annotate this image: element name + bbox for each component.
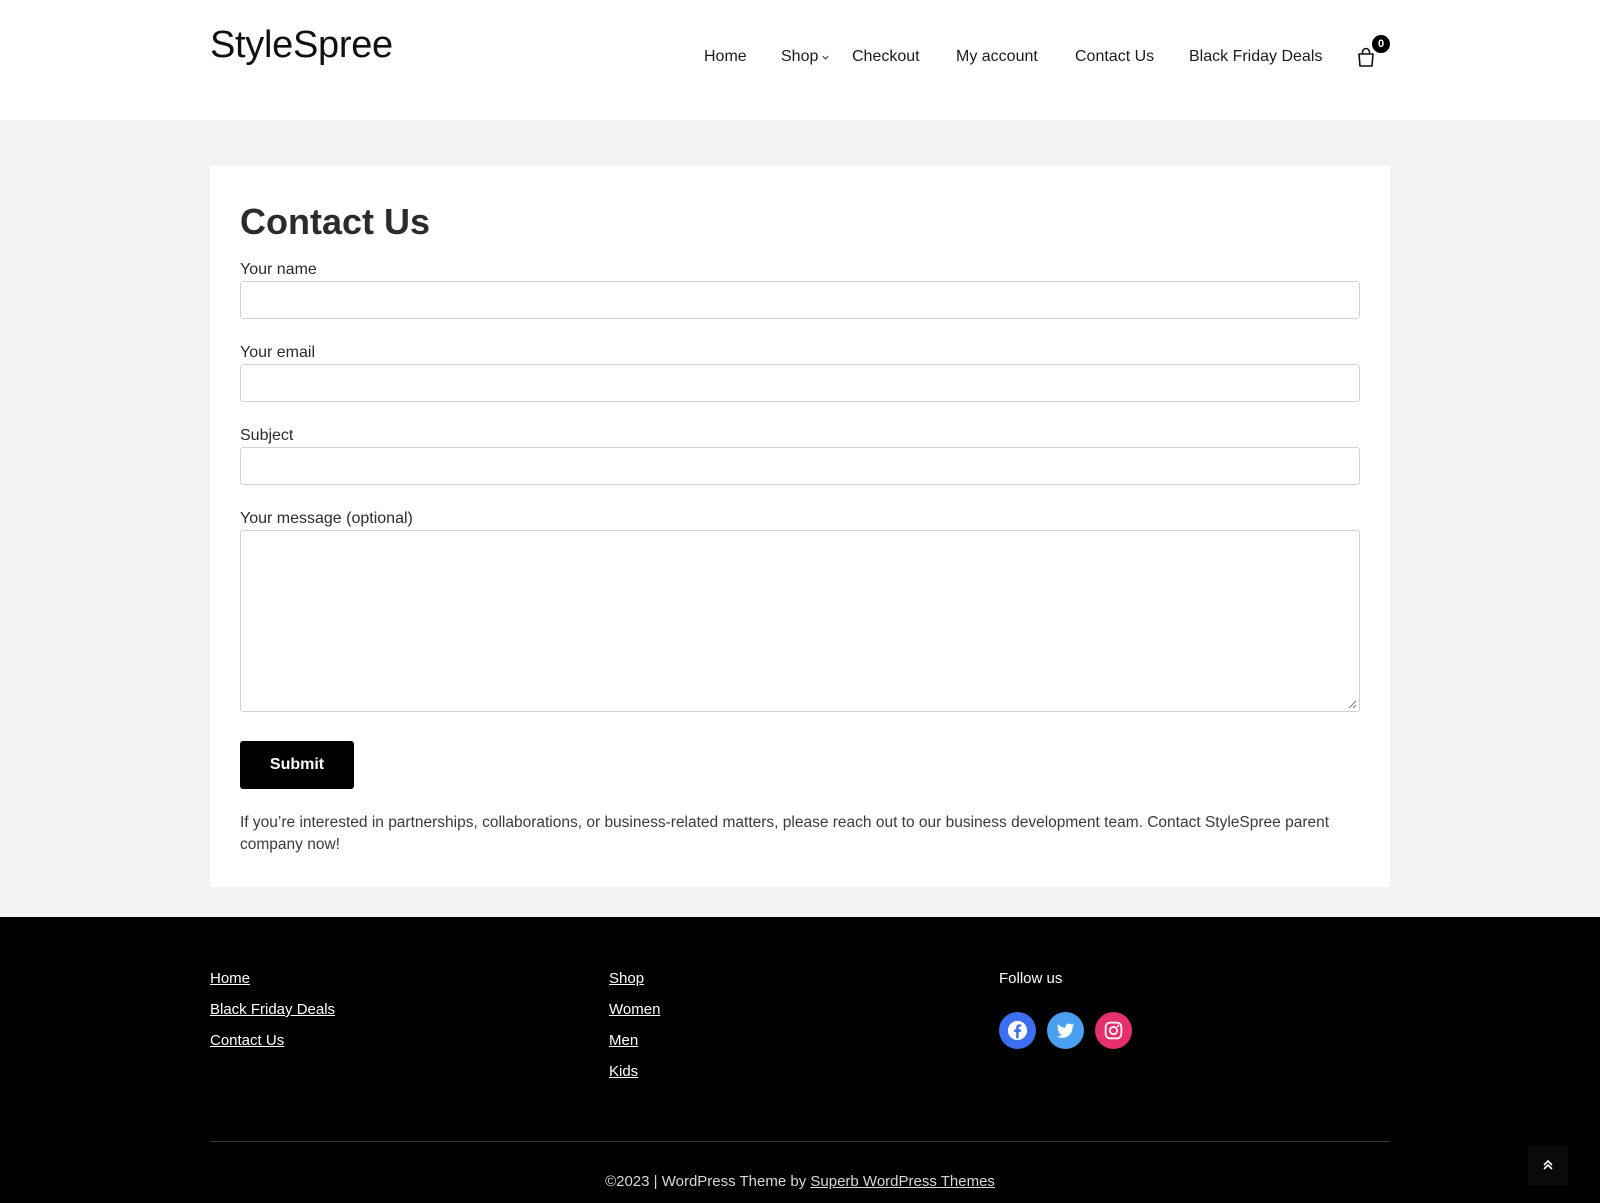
- footer-link-kids[interactable]: Kids: [609, 1063, 638, 1080]
- footer-divider: [210, 1141, 1390, 1142]
- nav-item-home[interactable]: Home: [704, 48, 747, 66]
- subject-field[interactable]: [240, 447, 1360, 485]
- site-header: StyleSpree Home Shop Checkout My account…: [0, 0, 1600, 120]
- message-label: Your message (optional): [240, 510, 413, 527]
- twitter-icon[interactable]: [1047, 1012, 1084, 1049]
- footer-link-women[interactable]: Women: [609, 1001, 660, 1018]
- page-title: Contact Us: [240, 201, 431, 242]
- double-chevron-up-icon: [1543, 1159, 1553, 1170]
- nav-item-checkout[interactable]: Checkout: [852, 48, 920, 66]
- subject-label: Subject: [240, 427, 294, 444]
- submit-button[interactable]: Submit: [240, 741, 354, 789]
- message-textarea[interactable]: [240, 530, 1360, 712]
- email-field[interactable]: [240, 364, 1360, 402]
- nav-item-shop[interactable]: Shop: [781, 48, 818, 66]
- site-footer: Home Black Friday Deals Contact Us Shop …: [0, 917, 1600, 1203]
- theme-credit-link[interactable]: Superb WordPress Themes: [810, 1173, 995, 1190]
- nav-item-contact-us[interactable]: Contact Us: [1075, 48, 1154, 66]
- footer-link-contact-us[interactable]: Contact Us: [210, 1032, 284, 1049]
- nav-item-black-friday-deals[interactable]: Black Friday Deals: [1189, 48, 1322, 66]
- business-note: If you’re interested in partnerships, co…: [240, 814, 1330, 853]
- name-field[interactable]: [240, 281, 1360, 319]
- instagram-icon[interactable]: [1095, 1012, 1132, 1049]
- nav-item-my-account[interactable]: My account: [956, 48, 1038, 66]
- footer-link-black-friday-deals[interactable]: Black Friday Deals: [210, 1001, 335, 1018]
- resize-handle-icon[interactable]: [1348, 700, 1357, 709]
- chevron-down-icon[interactable]: [822, 54, 829, 61]
- copyright-prefix: ©2023 | WordPress Theme by: [605, 1173, 811, 1190]
- facebook-icon[interactable]: [999, 1012, 1036, 1049]
- name-label: Your name: [240, 261, 317, 278]
- contact-card: Contact Us Your name Your email Subject …: [210, 166, 1390, 887]
- email-label: Your email: [240, 344, 316, 361]
- footer-link-shop[interactable]: Shop: [609, 970, 644, 987]
- cart-count-badge: 0: [1372, 35, 1390, 53]
- footer-link-home[interactable]: Home: [210, 970, 250, 987]
- follow-us-heading: Follow us: [999, 970, 1063, 987]
- back-to-top-button[interactable]: [1528, 1145, 1568, 1185]
- copyright-text: ©2023 | WordPress Theme by Superb WordPr…: [0, 1173, 1600, 1190]
- footer-link-men[interactable]: Men: [609, 1032, 638, 1049]
